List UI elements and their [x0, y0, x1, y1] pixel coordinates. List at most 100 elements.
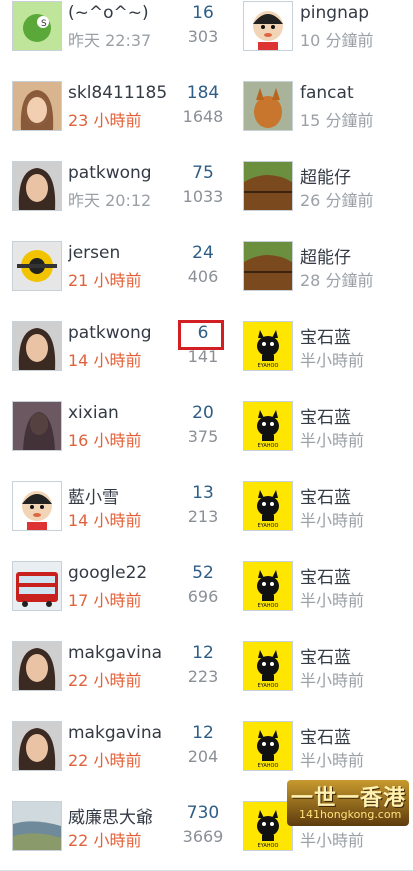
thread-row[interactable]: skl8411185 23 小時前 184 1648 fancat 15 分鐘前 [0, 70, 413, 151]
view-count: 1648 [182, 107, 224, 126]
last-poster-name-link[interactable]: 宝石蓝 [300, 403, 351, 428]
thread-row[interactable]: S (~^o^~) 昨天 22:37 16 303 pingnap 10 分鐘前 [0, 0, 413, 71]
last-post-time: 半小時前 [300, 671, 365, 690]
poster-name-link[interactable]: google22 [68, 563, 168, 583]
thread-row[interactable]: makgavina 22 小時前 12 204 EYAHOO 宝石蓝半小時前 [0, 710, 413, 791]
poster-name-link[interactable]: skl8411185 [68, 83, 168, 103]
poster-avatar[interactable] [12, 321, 62, 371]
poster-time: 17 小時前 [68, 591, 142, 610]
reply-count: 12 [192, 643, 214, 663]
last-poster-avatar[interactable] [243, 1, 293, 51]
view-count: 204 [187, 747, 219, 766]
view-count: 406 [187, 267, 219, 286]
poster-time: 22 小時前 [68, 671, 142, 690]
last-post-time: 半小時前 [300, 591, 365, 610]
watermark-url: 141hongkong.com [299, 808, 402, 821]
reply-count: 75 [192, 163, 214, 183]
thread-row[interactable]: 藍小雪 14 小時前 13 213 EYAHOO 宝石蓝半小時前 [0, 470, 413, 551]
poster-time: 22 小時前 [68, 751, 142, 770]
highlight-box [178, 320, 224, 350]
last-post-time: 半小時前 [300, 431, 365, 450]
last-poster-avatar[interactable]: EYAHOO [243, 401, 293, 451]
svg-text:EYAHOO: EYAHOO [258, 443, 279, 449]
poster-name-link[interactable]: 藍小雪 [68, 483, 168, 508]
last-poster-avatar[interactable] [243, 161, 293, 211]
last-poster-name-link[interactable]: 宝石蓝 [300, 483, 351, 508]
reply-count: 12 [192, 723, 214, 743]
last-post-time: 10 分鐘前 [300, 31, 374, 50]
last-poster-name-link[interactable]: fancat [300, 83, 354, 103]
last-poster-avatar[interactable]: EYAHOO [243, 641, 293, 691]
reply-count: 13 [192, 483, 214, 503]
poster-avatar[interactable] [12, 81, 62, 131]
last-poster-avatar[interactable]: EYAHOO [243, 321, 293, 371]
last-post-time: 半小時前 [300, 511, 365, 530]
last-poster-avatar[interactable]: EYAHOO [243, 561, 293, 611]
site-watermark-logo: 一世一香港 141hongkong.com [287, 780, 409, 826]
view-count: 1033 [182, 187, 224, 206]
last-poster-name-link[interactable]: 宝石蓝 [300, 563, 351, 588]
poster-avatar[interactable] [12, 721, 62, 771]
poster-time: 14 小時前 [68, 351, 142, 370]
view-count: 223 [187, 667, 219, 686]
last-post-time: 26 分鐘前 [300, 191, 374, 210]
poster-avatar[interactable] [12, 641, 62, 691]
view-count: 696 [187, 587, 219, 606]
poster-avatar[interactable] [12, 561, 62, 611]
poster-time: 22 小時前 [68, 831, 142, 850]
poster-name-link[interactable]: xixian [68, 403, 168, 423]
poster-avatar[interactable] [12, 481, 62, 531]
reply-count: 730 [186, 803, 220, 823]
svg-text:EYAHOO: EYAHOO [258, 683, 279, 689]
view-count: 3669 [182, 827, 224, 846]
last-poster-name-link[interactable]: 超能仔 [300, 163, 351, 188]
thread-row[interactable]: jersen 21 小時前 24 406 超能仔 28 分鐘前 [0, 230, 413, 311]
thread-row[interactable]: makgavina 22 小時前 12 223 EYAHOO 宝石蓝半小時前 [0, 630, 413, 711]
poster-time: 21 小時前 [68, 271, 142, 290]
svg-text:EYAHOO: EYAHOO [258, 763, 279, 769]
last-post-time: 半小時前 [300, 831, 365, 850]
poster-avatar[interactable] [12, 161, 62, 211]
last-poster-name-link[interactable]: 超能仔 [300, 243, 351, 268]
last-poster-name-link[interactable]: 宝石蓝 [300, 723, 351, 748]
poster-avatar[interactable] [12, 801, 62, 851]
poster-time: 昨天 22:37 [68, 31, 152, 50]
poster-time: 昨天 20:12 [68, 191, 152, 210]
poster-avatar[interactable] [12, 401, 62, 451]
poster-name-link[interactable]: makgavina [68, 643, 168, 663]
reply-count: 24 [192, 243, 214, 263]
poster-avatar[interactable]: S [12, 1, 62, 51]
last-poster-name-link[interactable]: 宝石蓝 [300, 323, 351, 348]
thread-row[interactable]: google22 17 小時前 52 696 EYAHOO 宝石蓝半小時前 [0, 550, 413, 631]
svg-text:EYAHOO: EYAHOO [258, 363, 279, 369]
reply-count: 16 [192, 3, 214, 23]
svg-text:EYAHOO: EYAHOO [258, 603, 279, 609]
last-poster-avatar[interactable]: EYAHOO [243, 481, 293, 531]
poster-name-link[interactable]: patkwong [68, 323, 168, 343]
poster-name-link[interactable]: (~^o^~) [68, 3, 168, 23]
last-post-time: 半小時前 [300, 351, 365, 370]
svg-text:EYAHOO: EYAHOO [258, 843, 279, 849]
poster-time: 14 小時前 [68, 511, 142, 530]
poster-avatar[interactable] [12, 241, 62, 291]
last-poster-avatar[interactable]: EYAHOO [243, 801, 293, 851]
poster-name-link[interactable]: patkwong [68, 163, 168, 183]
last-poster-avatar[interactable]: EYAHOO [243, 721, 293, 771]
thread-row[interactable]: patkwong 昨天 20:12 75 1033 超能仔 26 分鐘前 [0, 150, 413, 231]
poster-name-link[interactable]: jersen [68, 243, 168, 263]
view-count: 375 [187, 427, 219, 446]
last-poster-name-link[interactable]: 宝石蓝 [300, 643, 351, 668]
last-poster-avatar[interactable] [243, 241, 293, 291]
reply-count: 20 [192, 403, 214, 423]
view-count: 213 [187, 507, 219, 526]
last-poster-avatar[interactable] [243, 81, 293, 131]
last-poster-name-link[interactable]: pingnap [300, 3, 369, 23]
view-count: 303 [187, 27, 219, 46]
reply-count: 52 [192, 563, 214, 583]
poster-name-link[interactable]: 威廉思大爺 [68, 803, 168, 828]
thread-row[interactable]: xixian 16 小時前 20 375 EYAHOO 宝石蓝 半小時前 [0, 390, 413, 471]
svg-text:S: S [41, 19, 47, 29]
poster-name-link[interactable]: makgavina [68, 723, 168, 743]
last-post-time: 半小時前 [300, 751, 365, 770]
last-post-time: 15 分鐘前 [300, 111, 374, 130]
